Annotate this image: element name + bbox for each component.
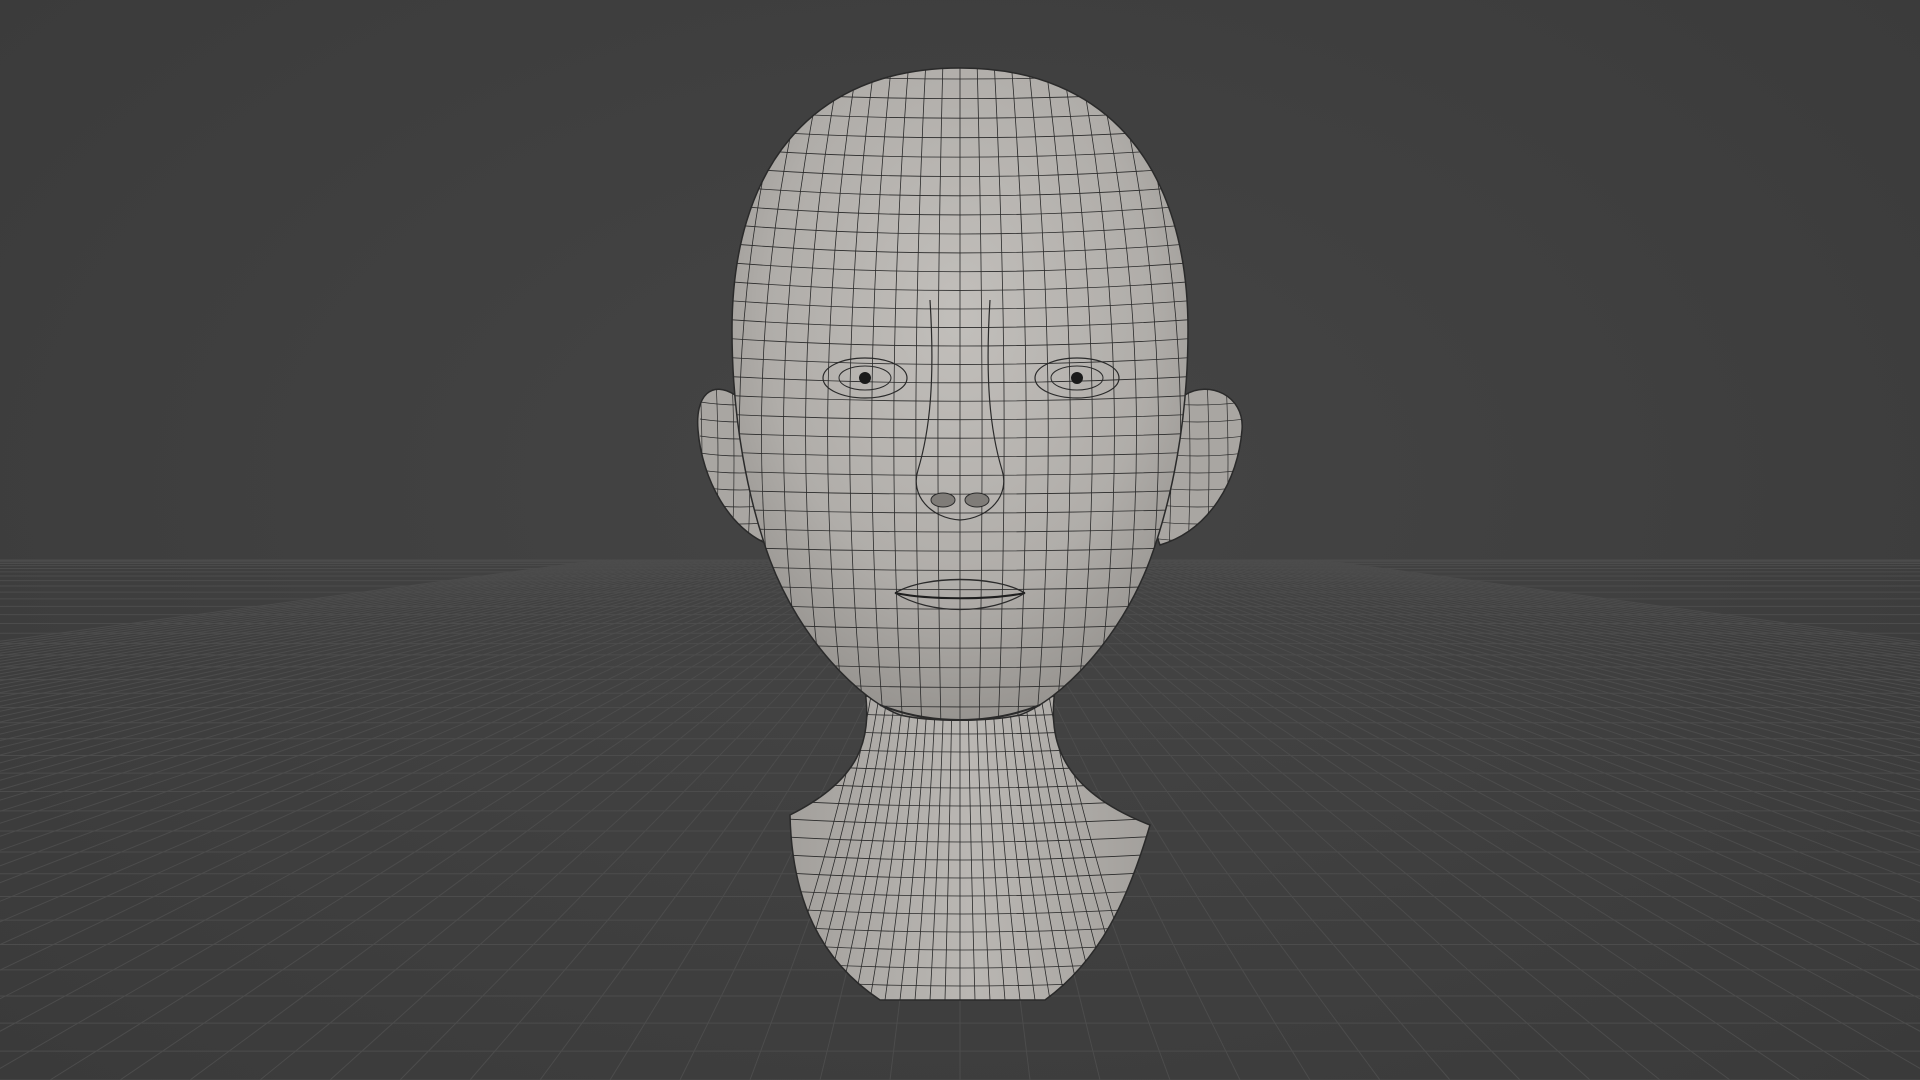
grid-line <box>0 559 715 703</box>
grid-line <box>1031 559 1801 1080</box>
grid-line <box>0 559 601 642</box>
grid-line <box>0 559 625 652</box>
grid-line <box>1169 559 1920 735</box>
grid-line <box>1163 559 1920 742</box>
grid-line <box>1109 559 1920 824</box>
head-mesh[interactable] <box>651 60 1269 730</box>
grid-line <box>0 559 853 946</box>
grid-line <box>0 559 811 824</box>
grid-line <box>1187 559 1920 718</box>
grid-line <box>0 559 841 902</box>
grid-line <box>1295 559 1920 652</box>
grid-line <box>189 559 895 1080</box>
grid-line <box>0 559 865 1000</box>
grid-line <box>1271 559 1920 662</box>
grid-line <box>1199 559 1920 707</box>
grid-line <box>1037 559 1871 1080</box>
grid-line <box>0 559 757 742</box>
grid-line <box>0 559 751 735</box>
grid-line <box>1067 559 1920 946</box>
grid-line <box>1055 559 1920 1000</box>
grid-line <box>1073 559 1920 923</box>
grid-line <box>1301 559 1920 649</box>
grid-line <box>0 559 721 707</box>
grid-line <box>1079 559 1920 902</box>
grid-line <box>0 559 847 923</box>
scene-canvas[interactable] <box>0 0 1920 1080</box>
grid-line <box>1205 559 1920 703</box>
grid-line <box>49 559 883 1080</box>
mesh-edge <box>1245 380 1247 550</box>
grid-line <box>1319 559 1920 642</box>
3d-viewport[interactable] <box>0 0 1920 1080</box>
grid-line <box>0 559 733 718</box>
grid-line <box>0 559 649 662</box>
neck-mesh <box>789 689 1151 1001</box>
grid-line <box>0 559 619 649</box>
grid-line <box>119 559 889 1080</box>
